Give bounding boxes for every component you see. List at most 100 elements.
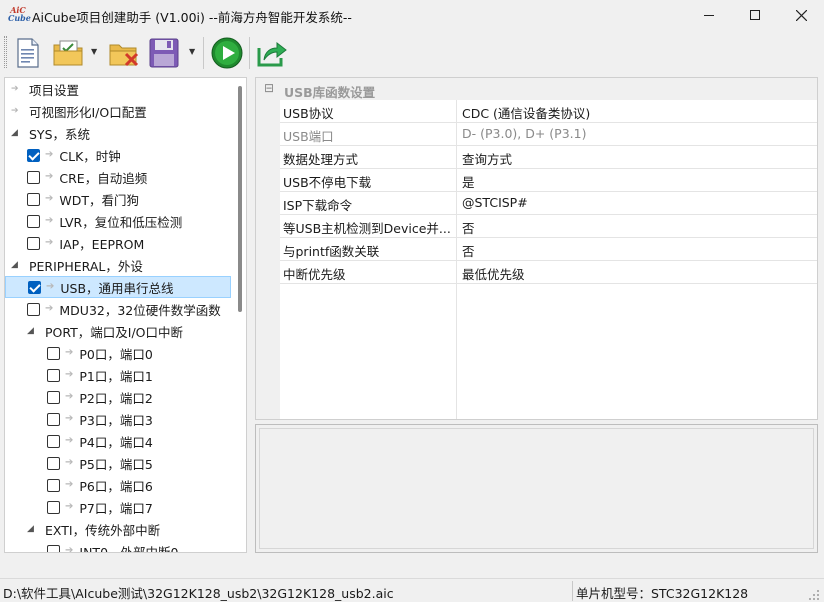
tree-checkbox[interactable]: [27, 214, 40, 228]
property-value[interactable]: 是: [462, 172, 475, 191]
tree-leaf-arrow-icon: ➔: [65, 435, 74, 446]
tree-checkbox[interactable]: [27, 170, 40, 184]
tree-checkbox[interactable]: [47, 346, 60, 360]
tree-leaf-arrow-icon: ➔: [65, 479, 74, 490]
property-row[interactable]: USB协议 CDC (通信设备类协议): [280, 100, 817, 123]
property-value[interactable]: 否: [462, 241, 475, 260]
tree-item[interactable]: ➔ CRE，自动追频: [5, 166, 231, 188]
tree-checkbox[interactable]: [27, 192, 40, 206]
tree-checkbox[interactable]: [47, 478, 60, 492]
close-icon: [795, 9, 807, 21]
property-row[interactable]: USB端口 D- (P3.0), D+ (P3.1): [280, 123, 817, 146]
property-section-header[interactable]: ⊟ USB库函数设置: [256, 78, 817, 100]
property-value[interactable]: @STCISP#: [462, 195, 528, 210]
run-generate-icon: [211, 37, 243, 69]
tree-item-label: MDU32，32位硬件数学函数: [59, 302, 221, 318]
tree-checkbox[interactable]: [27, 236, 40, 250]
tree-item[interactable]: ➔ P6口，端口6: [5, 474, 231, 496]
tree-group-node[interactable]: ◢ PERIPHERAL，外设: [5, 254, 231, 276]
property-name: ISP下载命令: [283, 198, 353, 213]
new-file-icon: [17, 38, 39, 68]
description-area: [259, 428, 814, 549]
tree-item[interactable]: ➔ 可视图形化I/O口配置: [5, 100, 231, 122]
property-value[interactable]: 最低优先级: [462, 264, 525, 283]
tree-item[interactable]: ➔ P7口，端口7: [5, 496, 231, 518]
tree-item-label: P7口，端口7: [79, 500, 153, 516]
tree-leaf-arrow-icon: ➔: [65, 545, 74, 553]
property-row[interactable]: 与printf函数关联 否: [280, 238, 817, 261]
tree-item[interactable]: ➔ P1口，端口1: [5, 364, 231, 386]
tree-scrollbar[interactable]: [238, 86, 242, 312]
tree-expand-icon[interactable]: ◢: [11, 128, 20, 138]
open-project-button[interactable]: [51, 36, 85, 70]
property-row[interactable]: ISP下载命令 @STCISP#: [280, 192, 817, 215]
tree-item[interactable]: ➔ 项目设置: [5, 78, 231, 100]
tree-item[interactable]: ➔ P4口，端口4: [5, 430, 231, 452]
tree-item[interactable]: ➔ P3口，端口3: [5, 408, 231, 430]
run-generate-button[interactable]: [210, 36, 244, 70]
property-name: 与printf函数关联: [283, 244, 380, 259]
tree-expand-icon[interactable]: ◢: [27, 326, 36, 336]
tree-item[interactable]: ➔ WDT，看门狗: [5, 188, 231, 210]
tree-checkbox[interactable]: [27, 148, 40, 162]
tree-item[interactable]: ➔ INT0，外部中断0: [5, 540, 231, 553]
property-row[interactable]: 中断优先级 最低优先级: [280, 261, 817, 284]
maximize-button[interactable]: [732, 0, 778, 30]
tree-item-label: LVR，复位和低压检测: [59, 214, 183, 230]
tree-checkbox[interactable]: [47, 500, 60, 514]
tree-item-label: P5口，端口5: [79, 456, 153, 472]
tree-item[interactable]: ➔ P2口，端口2: [5, 386, 231, 408]
tree-item-label: WDT，看门狗: [59, 192, 140, 208]
property-value[interactable]: 查询方式: [462, 149, 512, 168]
minimize-button[interactable]: [686, 0, 732, 30]
new-project-button[interactable]: [11, 36, 45, 70]
tree-checkbox[interactable]: [47, 544, 60, 552]
tree-checkbox[interactable]: [47, 434, 60, 448]
close-button[interactable]: [778, 0, 824, 30]
tree-checkbox[interactable]: [47, 368, 60, 382]
tree-item[interactable]: ➔ CLK，时钟: [5, 144, 231, 166]
tree-leaf-arrow-icon: ➔: [45, 215, 54, 226]
property-row[interactable]: USB不停电下载 是: [280, 169, 817, 192]
tree-item[interactable]: ➔ P5口，端口5: [5, 452, 231, 474]
tree-leaf-arrow-icon: ➔: [45, 303, 54, 314]
tree-expand-icon[interactable]: ◢: [27, 524, 36, 534]
tree-item[interactable]: ➔ P0口，端口0: [5, 342, 231, 364]
property-name: 数据处理方式: [283, 152, 359, 167]
property-value[interactable]: CDC (通信设备类协议): [462, 103, 590, 122]
tree-group-node[interactable]: ◢ EXTI，传统外部中断: [5, 518, 231, 540]
tree-checkbox[interactable]: [47, 412, 60, 426]
maximize-icon: [750, 10, 760, 20]
toolbar-separator: [203, 37, 204, 69]
tree-group-node[interactable]: ◢ PORT，端口及I/O口中断: [5, 320, 231, 342]
tree-expand-icon[interactable]: ◢: [11, 260, 20, 270]
tree-leaf-arrow-icon: ➔: [11, 83, 19, 94]
tree-item[interactable]: ➔ LVR，复位和低压检测: [5, 210, 231, 232]
close-project-button[interactable]: [107, 36, 141, 70]
tree-checkbox[interactable]: [47, 456, 60, 470]
toolbar-grip[interactable]: [4, 36, 7, 68]
tree-checkbox[interactable]: [28, 280, 41, 294]
tree-item[interactable]: ➔ MDU32，32位硬件数学函数: [5, 298, 231, 320]
collapse-icon[interactable]: ⊟: [263, 82, 275, 94]
tree-item-label: CLK，时钟: [59, 148, 121, 164]
tree-item[interactable]: ➔ IAP，EEPROM: [5, 232, 231, 254]
tree-item-label: PORT，端口及I/O口中断: [45, 324, 184, 340]
resize-grip-icon[interactable]: [808, 589, 820, 601]
open-dropdown-arrow[interactable]: ▼: [91, 48, 99, 56]
property-row[interactable]: 等USB主机检测到Device并... 否: [280, 215, 817, 238]
save-button[interactable]: [147, 36, 181, 70]
property-row[interactable]: 数据处理方式 查询方式: [280, 146, 817, 169]
tree-item-label: EXTI，传统外部中断: [45, 522, 161, 538]
tree-leaf-arrow-icon: ➔: [45, 149, 54, 160]
tree-item[interactable]: ➔ USB，通用串行总线: [5, 276, 231, 298]
tree-checkbox[interactable]: [47, 390, 60, 404]
export-button[interactable]: [255, 36, 289, 70]
tree-group-node[interactable]: ◢ SYS，系统: [5, 122, 231, 144]
tree-checkbox[interactable]: [27, 302, 40, 316]
property-grid[interactable]: ⊟ USB库函数设置 USB协议 CDC (通信设备类协议) USB端口 D- (P3…: [255, 77, 818, 420]
property-name: 中断优先级: [283, 267, 346, 282]
property-value[interactable]: 否: [462, 218, 475, 237]
save-dropdown-arrow[interactable]: ▼: [189, 48, 197, 56]
config-tree[interactable]: ➔ 项目设置 ➔ 可视图形化I/O口配置 ◢ SYS，系统 ➔ CLK，时钟 ➔ CRE，自动追频…: [4, 77, 247, 553]
